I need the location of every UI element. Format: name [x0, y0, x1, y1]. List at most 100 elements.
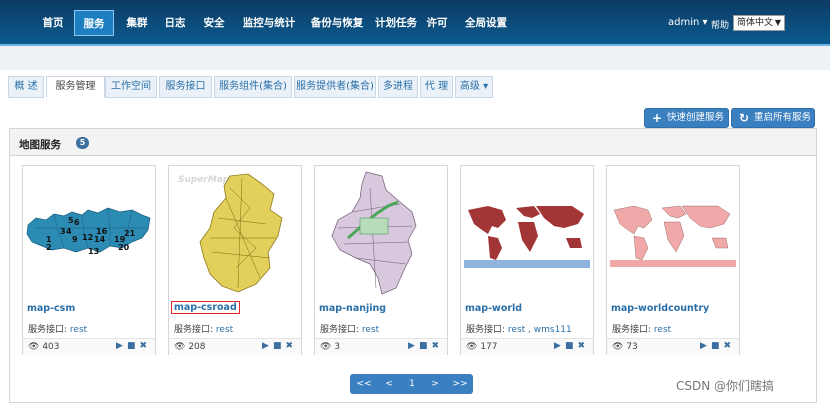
stop-icon[interactable]: ■	[273, 341, 286, 351]
eye-icon: 👁	[28, 342, 40, 352]
view-count-value: 73	[626, 342, 638, 352]
tab-service-management[interactable]: 服务管理	[46, 76, 105, 98]
view-count-value: 208	[188, 342, 206, 352]
service-card-map-csroad[interactable]: SuperMap map-csroad 服务接口: rest 👁 208 ▶■✖	[168, 165, 302, 355]
language-select[interactable]: 简体中文 ▼	[733, 15, 785, 31]
service-interface-link[interactable]: rest	[654, 325, 671, 335]
service-interface-link[interactable]: rest	[362, 325, 379, 335]
view-count: 👁 177	[466, 342, 498, 352]
map-world-thumbnail[interactable]	[462, 168, 592, 296]
service-interface-row: 服务接口: rest	[320, 322, 379, 335]
csdn-watermark: CSDN @你们瞎搞	[676, 379, 775, 393]
map-label: 14	[94, 235, 106, 244]
service-interface-label: 服务接口:	[174, 325, 214, 335]
tab-overview[interactable]: 概 述	[8, 76, 44, 98]
service-interface-link[interactable]: rest	[70, 325, 87, 335]
page-1-button[interactable]: 1	[402, 374, 422, 394]
tab-service-components[interactable]: 服务组件(集合)	[214, 76, 292, 98]
nav-backup-restore[interactable]: 备份与恢复	[306, 10, 368, 36]
nav-license[interactable]: 许可	[424, 10, 450, 36]
nav-services[interactable]: 服务	[74, 10, 114, 36]
plus-icon: +	[652, 111, 663, 125]
sub-header-band	[0, 46, 830, 70]
service-interface-label: 服务接口:	[466, 325, 506, 335]
service-name-link[interactable]: map-worldcountry	[611, 303, 709, 314]
next-page-button[interactable]: >	[424, 374, 446, 394]
map-label: 9	[72, 235, 78, 244]
last-page-button[interactable]: >>	[448, 374, 472, 394]
service-controls: ▶■✖	[116, 341, 151, 351]
eye-icon: 👁	[174, 342, 186, 352]
prev-page-button[interactable]: <	[378, 374, 400, 394]
tab-workspace[interactable]: 工作空间	[105, 76, 157, 98]
map-label: 6	[74, 218, 80, 227]
service-interface-row: 服务接口: rest	[174, 322, 233, 335]
stop-icon[interactable]: ■	[565, 341, 578, 351]
service-count-badge: 5	[76, 137, 89, 149]
service-card-map-csm[interactable]: 5 6 3 4 1 9 2 12 16 14 19 21 20 13 map-c…	[22, 165, 156, 355]
stop-icon[interactable]: ■	[711, 341, 724, 351]
start-icon[interactable]: ▶	[116, 341, 127, 351]
help-link[interactable]: 帮助	[711, 18, 729, 31]
service-name-link[interactable]: map-world	[465, 303, 522, 314]
service-interface-row: 服务接口: rest , wms111	[466, 322, 572, 335]
start-icon[interactable]: ▶	[700, 341, 711, 351]
delete-icon[interactable]: ✖	[577, 341, 589, 351]
service-interface-link[interactable]: rest	[216, 325, 233, 335]
tab-multiprocess[interactable]: 多进程	[378, 76, 418, 98]
tab-service-interface[interactable]: 服务接口	[159, 76, 212, 98]
service-name-link[interactable]: map-nanjing	[319, 303, 386, 314]
view-count: 👁 73	[612, 342, 638, 352]
delete-icon[interactable]: ✖	[723, 341, 735, 351]
supermap-watermark: SuperMap	[178, 175, 230, 185]
nav-global-settings[interactable]: 全局设置	[460, 10, 512, 36]
stop-icon[interactable]: ■	[127, 341, 140, 351]
service-card-map-nanjing[interactable]: map-nanjing 服务接口: rest 👁 3 ▶■✖	[314, 165, 448, 355]
service-name-link[interactable]: map-csm	[27, 303, 75, 314]
stop-icon[interactable]: ■	[419, 341, 432, 351]
delete-icon[interactable]: ✖	[139, 341, 151, 351]
first-page-button[interactable]: <<	[352, 374, 376, 394]
nav-scheduled-tasks[interactable]: 计划任务	[370, 10, 422, 36]
card-footer: 👁 403 ▶■✖	[23, 338, 155, 355]
chevron-down-icon: ▼	[774, 18, 781, 27]
delete-icon[interactable]: ✖	[285, 341, 297, 351]
eye-icon: 👁	[612, 342, 624, 352]
tab-service-providers[interactable]: 服务提供者(集合)	[294, 76, 376, 98]
map-worldcountry-thumbnail[interactable]	[608, 168, 738, 296]
service-interface-label: 服务接口:	[28, 325, 68, 335]
start-icon[interactable]: ▶	[408, 341, 419, 351]
pagination: << < 1 > >>	[350, 374, 473, 394]
map-csroad-thumbnail[interactable]: SuperMap	[170, 168, 300, 296]
map-csm-thumbnail[interactable]: 5 6 3 4 1 9 2 12 16 14 19 21 20 13	[24, 168, 154, 296]
refresh-icon: ↻	[739, 111, 750, 125]
service-card-map-world[interactable]: map-world 服务接口: rest , wms111 👁 177 ▶■✖	[460, 165, 594, 355]
tab-advanced[interactable]: 高级 ▾	[455, 76, 493, 98]
nav-home[interactable]: 首页	[33, 10, 73, 36]
service-interface-row: 服务接口: rest	[612, 322, 671, 335]
service-controls: ▶■✖	[700, 341, 735, 351]
nav-security[interactable]: 安全	[196, 10, 232, 36]
nav-cluster[interactable]: 集群	[117, 10, 157, 36]
quick-create-label: 快速创建服务	[667, 112, 725, 123]
start-icon[interactable]: ▶	[262, 341, 273, 351]
service-name-link[interactable]: map-csroad	[171, 301, 240, 314]
delete-icon[interactable]: ✖	[431, 341, 443, 351]
service-card-map-worldcountry[interactable]: map-worldcountry 服务接口: rest 👁 73 ▶■✖	[606, 165, 740, 355]
map-label: 2	[46, 243, 52, 252]
start-icon[interactable]: ▶	[554, 341, 565, 351]
restart-all-services-button[interactable]: ↻ 重启所有服务	[731, 108, 815, 128]
view-count: 👁 403	[28, 342, 60, 352]
nav-logs[interactable]: 日志	[157, 10, 193, 36]
service-controls: ▶■✖	[554, 341, 589, 351]
nav-monitoring[interactable]: 监控与统计	[236, 10, 302, 36]
tab-proxy[interactable]: 代 理	[420, 76, 453, 98]
service-interface-link[interactable]: rest , wms111	[508, 325, 572, 335]
quick-create-service-button[interactable]: + 快速创建服务	[644, 108, 729, 128]
map-nanjing-thumbnail[interactable]	[316, 168, 446, 296]
service-interface-label: 服务接口:	[612, 325, 652, 335]
view-count: 👁 3	[320, 342, 340, 352]
map-label: 12	[82, 233, 93, 242]
card-footer: 👁 73 ▶■✖	[607, 338, 739, 355]
user-menu[interactable]: admin ▾	[668, 17, 708, 28]
